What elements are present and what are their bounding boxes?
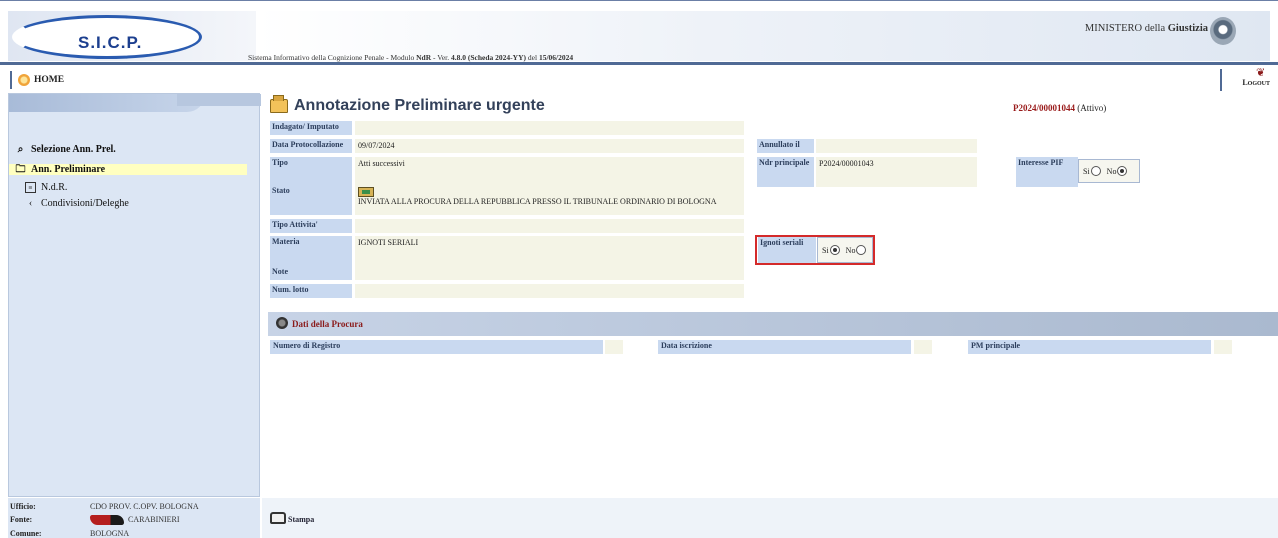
bottom-toolbar: Stampa (262, 498, 1278, 538)
sidebar-item-ann-preliminare[interactable]: 🗀 Ann. Preliminare (9, 164, 247, 175)
republic-emblem-icon (1210, 17, 1236, 45)
ufficio-row: Ufficio: CDO PROV. C.OPV. BOLOGNA (10, 502, 199, 511)
ignoti-seriali-radio-group: Si No (817, 237, 873, 263)
interesse-pif-radio-group: Si No (1078, 159, 1140, 183)
tipo-label: Tipo (270, 157, 352, 187)
data-prot-label: Data Protocollazione (270, 139, 352, 153)
radio-no-interesse[interactable] (1117, 166, 1128, 176)
pm-principale-label: PM principale (968, 340, 1211, 354)
nav-bar: HOME ❦ Logout (0, 62, 1278, 91)
pm-principale-value (1214, 340, 1232, 354)
sidebar-item-condivisioni[interactable]: ‹ Condivisioni/Deleghe (25, 198, 129, 209)
sidebar-item-label: Ann. Preliminare (31, 164, 106, 175)
comune-value: BOLOGNA (90, 529, 130, 538)
page-heading: Annotazione Preliminare urgente (270, 95, 545, 115)
ufficio-value: CDO PROV. C.OPV. BOLOGNA (90, 502, 199, 511)
stato-label: Stato (270, 185, 352, 215)
numero-registro-value (605, 340, 623, 354)
tipo-attivita-value (355, 219, 744, 233)
fonte-row: Fonte: CARABINIERI (10, 515, 180, 526)
open-folder-icon (270, 95, 288, 113)
sidebar-item-label: Selezione Ann. Prel. (31, 144, 116, 155)
logo-text: S.I.C.P. (78, 33, 143, 52)
radio-si-interesse[interactable] (1090, 166, 1101, 176)
document-icon: ≡ (25, 182, 36, 193)
ndr-principale-label: Ndr principale (757, 157, 814, 187)
print-button[interactable]: Stampa (270, 512, 314, 524)
interesse-pif-si-option[interactable]: Si (1083, 166, 1101, 176)
search-icon: ⌕ (17, 144, 24, 155)
ignoti-seriali-label: Ignoti seriali (758, 237, 816, 263)
fonte-label: Fonte: (10, 515, 33, 524)
home-label: HOME (34, 75, 65, 85)
folder-icon: 🗀 (15, 164, 26, 175)
fonte-value: CARABINIERI (128, 515, 180, 524)
materia-value: IGNOTI SERIALI (355, 236, 744, 266)
data-prot-value: 09/07/2024 (355, 139, 744, 153)
print-label: Stampa (288, 515, 315, 524)
sidebar-item-label: N.d.R. (41, 182, 68, 193)
mail-sent-icon (358, 187, 374, 197)
tipo-attivita-label: Tipo Attivita' (270, 219, 352, 233)
ignoti-seriali-si-option[interactable]: Si (822, 245, 840, 255)
num-lotto-label: Num. lotto (270, 284, 352, 298)
procura-emblem-icon (276, 317, 288, 329)
comune-label: Comune: (10, 529, 42, 538)
radio-si-ignoti[interactable] (829, 245, 840, 255)
page-title: Annotazione Preliminare urgente (294, 97, 545, 114)
system-title: Sistema Informativo della Cognizione Pen… (248, 53, 574, 62)
stato-field: INVIATA ALLA PROCURA DELLA REPUBBLICA PR… (355, 185, 744, 215)
note-value (355, 266, 744, 280)
indagato-label: Indagato/ Imputato (270, 121, 352, 135)
radio-no-ignoti[interactable] (856, 245, 867, 255)
comune-row: Comune: BOLOGNA (10, 529, 129, 538)
annullato-value (816, 139, 977, 153)
procura-title: Dati della Procura (292, 319, 363, 329)
ndr-principale-value: P2024/00001043 (816, 157, 977, 187)
sicp-logo: S.I.C.P. (8, 11, 256, 61)
protocol-number: P2024/00001044 (1013, 103, 1075, 113)
sidebar-item-selezione[interactable]: ⌕ Selezione Ann. Prel. (15, 144, 116, 155)
sidebar-item-label: Condivisioni/Deleghe (41, 198, 129, 209)
interesse-pif-no-option[interactable]: No (1107, 166, 1128, 176)
ignoti-seriali-no-option[interactable]: No (846, 245, 867, 255)
numero-registro-label: Numero di Registro (270, 340, 603, 354)
sidebar-footer: Ufficio: CDO PROV. C.OPV. BOLOGNA Fonte:… (8, 498, 260, 538)
stato-value: INVIATA ALLA PROCURA DELLA REPUBBLICA PR… (358, 197, 717, 206)
home-link[interactable]: HOME (10, 71, 64, 89)
printer-icon (270, 512, 286, 524)
share-icon: ‹ (28, 198, 33, 209)
data-iscrizione-label: Data iscrizione (658, 340, 911, 354)
sidebar: ⌕ Selezione Ann. Prel. 🗀 Ann. Preliminar… (8, 93, 261, 497)
annullato-label: Annullato il (757, 139, 814, 153)
procura-section-header: Dati della Procura (268, 312, 1278, 336)
ufficio-label: Ufficio: (10, 502, 36, 511)
logout-label: Logout (1242, 78, 1270, 87)
sidebar-tab-extension (177, 94, 261, 106)
protocol-status: (Attivo) (1077, 103, 1107, 113)
interesse-pif-label: Interesse PIF (1016, 157, 1078, 187)
tipo-value: Atti successivi (355, 157, 744, 187)
num-lotto-value (355, 284, 744, 298)
sidebar-item-ndr[interactable]: ≡ N.d.R. (25, 182, 67, 193)
ministry-label: MINISTERO della Giustizia (1084, 23, 1208, 34)
materia-label: Materia (270, 236, 352, 266)
home-icon (18, 74, 30, 86)
sidebar-tab (9, 94, 205, 112)
data-iscrizione-value (914, 340, 932, 354)
carabinieri-logo-icon (90, 515, 124, 526)
indagato-value (355, 121, 744, 135)
logout-link[interactable]: ❦ Logout (1220, 67, 1272, 91)
protocol-id: P2024/00001044 (Attivo) (1013, 103, 1106, 113)
app-header: S.I.C.P. Sistema Informativo della Cogni… (0, 0, 1278, 62)
note-label: Note (270, 266, 352, 280)
